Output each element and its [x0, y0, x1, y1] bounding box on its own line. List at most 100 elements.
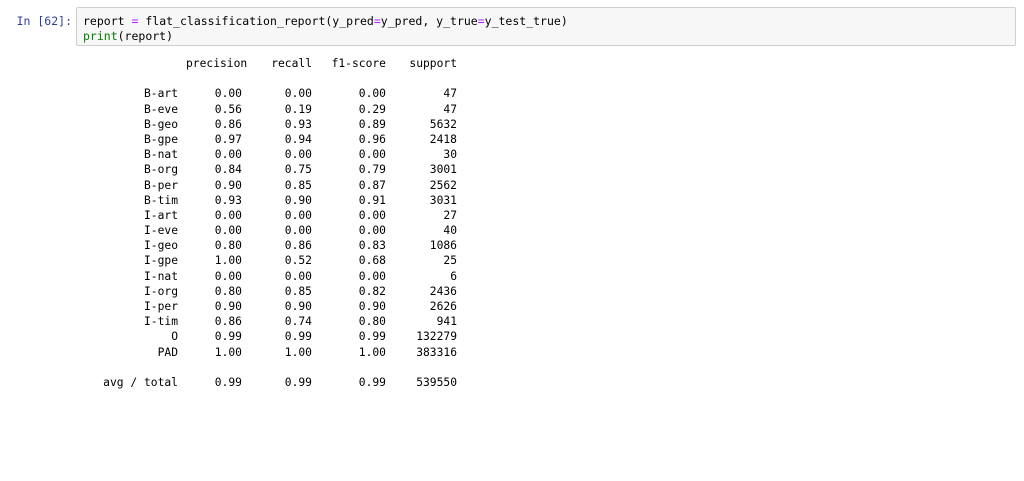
row-f1: 0.00 [358, 224, 386, 238]
row-f1: 0.29 [358, 102, 386, 116]
row-f1: 0.80 [358, 315, 386, 329]
row-recall: 0.75 [284, 163, 312, 177]
argument-text-end: y_test_true) [484, 14, 568, 28]
row-support: 132279 [416, 330, 457, 344]
header-precision: precision [186, 57, 248, 70]
row-precision: 0.86 [214, 117, 242, 131]
row-recall: 0.00 [284, 224, 312, 238]
row-label: B-gpe [143, 132, 178, 146]
row-f1: 0.68 [358, 254, 386, 268]
row-f1: 0.87 [358, 178, 386, 192]
header-f1-score: f1-score [331, 57, 386, 70]
total-precision: 0.99 [214, 375, 242, 389]
report-row: I-geo 0.80 0.86 0.83 1086 [76, 238, 1016, 253]
report-row: B-per 0.90 0.85 0.87 2562 [76, 178, 1016, 193]
row-f1: 1.00 [358, 345, 386, 359]
row-precision: 0.90 [214, 300, 242, 313]
report-row: I-art 0.00 0.00 0.00 27 [76, 208, 1016, 223]
cell-output: precision recall f1-score support B-art 0… [76, 56, 1016, 390]
row-f1: 0.83 [358, 239, 386, 253]
row-support: 25 [443, 254, 457, 268]
row-f1: 0.00 [358, 87, 386, 101]
row-support: 1086 [429, 239, 457, 253]
row-label: B-per [143, 178, 178, 192]
report-row: B-gpe 0.97 0.94 0.96 2418 [76, 132, 1016, 147]
row-f1: 0.90 [358, 300, 386, 313]
row-label: I-geo [143, 239, 178, 253]
row-precision: 0.97 [214, 132, 242, 146]
row-support: 2562 [429, 178, 457, 192]
report-row: I-nat 0.00 0.00 0.00 6 [76, 269, 1016, 284]
row-label: B-org [143, 163, 178, 177]
variable-report: report [83, 14, 125, 28]
row-label: I-eve [143, 224, 178, 238]
report-row: B-art 0.00 0.00 0.00 47 [76, 86, 1016, 101]
row-support: 2418 [429, 132, 457, 146]
report-row: B-org 0.84 0.75 0.79 3001 [76, 162, 1016, 177]
row-recall: 0.99 [284, 330, 312, 344]
row-recall: 0.94 [284, 132, 312, 146]
row-label: I-nat [143, 269, 178, 283]
report-row: B-nat 0.00 0.00 0.00 30 [76, 147, 1016, 162]
row-support: 40 [443, 224, 457, 238]
row-support: 5632 [429, 117, 457, 131]
kwarg-operator: = [373, 14, 381, 28]
row-label: I-art [143, 208, 178, 222]
row-recall: 0.74 [284, 315, 312, 329]
code-text[interactable]: report = flat_classification_report(y_pr… [83, 14, 568, 44]
row-label: I-gpe [143, 254, 178, 268]
row-recall: 0.85 [284, 284, 312, 298]
row-recall: 0.86 [284, 239, 312, 253]
row-label: I-org [143, 284, 178, 298]
report-row: I-eve 0.00 0.00 0.00 40 [76, 223, 1016, 238]
print-argument: (report) [117, 29, 174, 43]
report-row: B-eve 0.56 0.19 0.29 47 [76, 102, 1016, 117]
row-precision: 0.00 [214, 148, 242, 162]
row-support: 2436 [429, 284, 457, 298]
row-label: I-per [143, 300, 178, 313]
row-precision: 0.84 [214, 163, 242, 177]
row-precision: 1.00 [214, 345, 242, 359]
row-support: 27 [443, 208, 457, 222]
row-precision: 0.56 [214, 102, 242, 116]
row-label: B-eve [143, 102, 178, 116]
row-recall: 0.85 [284, 178, 312, 192]
report-row: PAD 1.00 1.00 1.00 383316 [76, 345, 1016, 360]
row-f1: 0.79 [358, 163, 386, 177]
row-recall: 0.90 [284, 300, 312, 313]
header-support: support [409, 57, 457, 70]
row-label: B-nat [143, 148, 178, 162]
argument-text: y_pred, y_true [380, 14, 478, 28]
assign-operator: = [131, 14, 139, 28]
row-precision: 0.86 [214, 315, 242, 329]
row-label: O [171, 330, 178, 344]
code-input-area[interactable]: report = flat_classification_report(y_pr… [76, 7, 1016, 46]
row-precision: 0.93 [214, 193, 242, 207]
code-line-1: report = flat_classification_report(y_pr… [83, 14, 568, 28]
print-builtin: print [83, 29, 118, 43]
row-f1: 0.91 [358, 193, 386, 207]
report-row: I-per 0.90 0.90 0.90 2626 [76, 299, 1016, 314]
row-recall: 0.19 [284, 102, 312, 116]
row-f1: 0.00 [358, 148, 386, 162]
notebook-cell[interactable]: In [62]: report = flat_classification_re… [0, 0, 1024, 402]
row-f1: 0.89 [358, 117, 386, 131]
report-row: B-tim 0.93 0.90 0.91 3031 [76, 193, 1016, 208]
row-support: 941 [436, 315, 457, 329]
row-support: 6 [450, 269, 457, 283]
row-precision: 0.00 [214, 224, 242, 238]
row-f1: 0.00 [358, 208, 386, 222]
row-recall: 0.00 [284, 87, 312, 101]
row-precision: 0.00 [214, 269, 242, 283]
code-line-2: print(report) [83, 29, 173, 43]
row-precision: 1.00 [214, 254, 242, 268]
row-precision: 0.80 [214, 239, 242, 253]
row-support: 47 [443, 102, 457, 116]
row-label: B-art [143, 87, 178, 101]
row-recall: 0.00 [284, 148, 312, 162]
report-row: B-geo 0.86 0.93 0.89 5632 [76, 117, 1016, 132]
row-support: 3031 [429, 193, 457, 207]
report-total-row: avg / total 0.99 0.99 0.99 539550 [76, 375, 1016, 390]
report-row: I-gpe 1.00 0.52 0.68 25 [76, 253, 1016, 268]
